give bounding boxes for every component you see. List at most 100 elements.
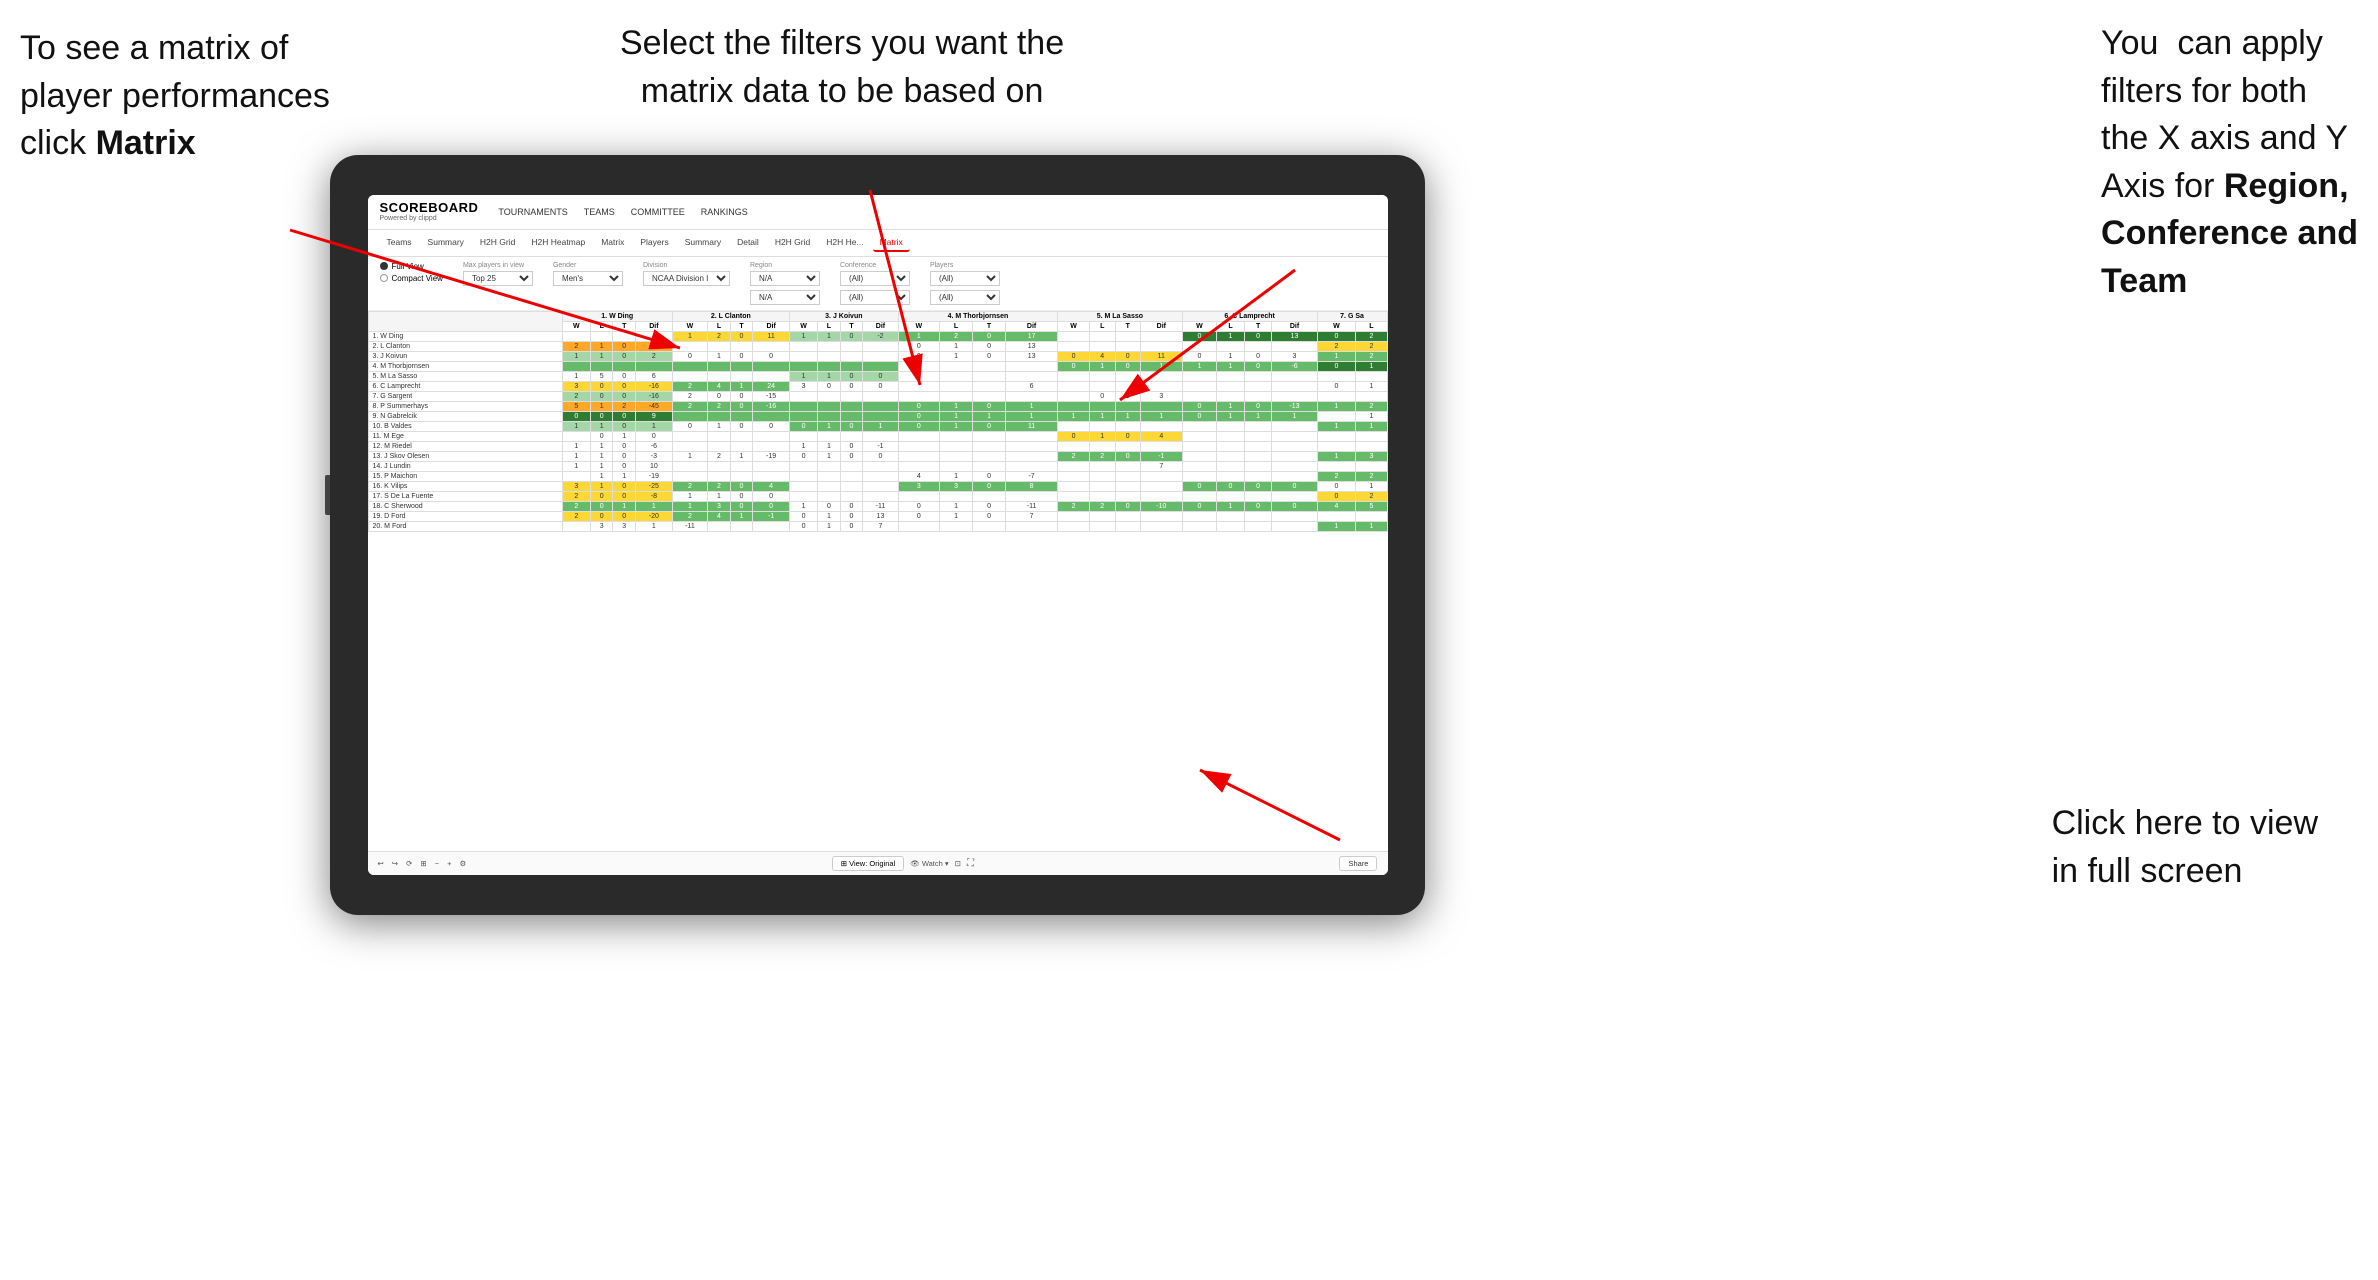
region-filter: Region N/A N/A [750,262,820,305]
grid-icon[interactable]: ⊞ [420,859,426,868]
tab-teams[interactable]: Teams [380,234,419,252]
max-players-select[interactable]: Top 25 [463,271,533,286]
subh-d3: Dif [863,321,898,331]
player-name: 1. W Ding [368,331,562,341]
player-name: 16. K Vilips [368,481,562,491]
player-name: 20. M Ford [368,521,562,531]
conference-label: Conference [840,262,910,269]
annotation-top-center: Select the filters you want the matrix d… [620,20,1064,115]
logo-main-text: SCOREBOARD [380,201,479,215]
max-players-filter: Max players in view Top 25 [463,262,533,286]
players-select-2[interactable]: (All) [930,290,1000,305]
col-header-1: 1. W Ding [562,311,672,321]
tab-matrix[interactable]: Matrix [594,234,631,252]
tab-matrix2[interactable]: Matrix [873,234,910,252]
full-view-option[interactable]: Full View [380,262,443,271]
plus-icon[interactable]: + [447,859,451,868]
player-name: 8. P Summerhays [368,401,562,411]
table-row: 11. M Ege 010 0104 [368,431,1387,441]
nav-teams[interactable]: TEAMS [584,207,615,217]
table-row: 4. M Thorbjornsen 0101 110-6 01 [368,361,1387,371]
view-options: Full View Compact View [380,262,443,283]
subh-t4: T [973,321,1006,331]
player-name: 2. L Clanton [368,341,562,351]
conference-filter: Conference (All) (All) [840,262,910,305]
subh-d2: Dif [753,321,790,331]
tab-summary[interactable]: Summary [421,234,471,252]
col-header-7: 7. G Sa [1317,311,1387,321]
table-row: 9. N Gabrelcik 0009 0111 1111 0111 1 [368,411,1387,421]
subh-t1: T [613,321,636,331]
subh-l2: L [708,321,731,331]
players-label: Players [930,262,1000,269]
gender-select[interactable]: Men's [553,271,623,286]
gender-label: Gender [553,262,623,269]
player-name: 5. M La Sasso [368,371,562,381]
table-row: 6. C Lamprecht 300-16 24124 3000 6 01 [368,381,1387,391]
view-original-button[interactable]: ⊞ View: Original [832,856,905,871]
region-select-2[interactable]: N/A [750,290,820,305]
player-name: 4. M Thorbjornsen [368,361,562,371]
player-name: 7. G Sargent [368,391,562,401]
tab-h2h-heatmap[interactable]: H2H Heatmap [524,234,592,252]
tab-detail[interactable]: Detail [730,234,766,252]
header-player-name [368,311,562,331]
region-select-1[interactable]: N/A [750,271,820,286]
minus-icon[interactable]: − [435,859,439,868]
redo-icon[interactable]: ↪ [392,859,398,868]
region-label: Region [750,262,820,269]
subh-t3: T [840,321,863,331]
subh-l5: L [1090,321,1115,331]
division-select[interactable]: NCAA Division I [643,271,730,286]
player-name: 15. P Maichon [368,471,562,481]
scoreboard-header: SCOREBOARD Powered by clippd TOURNAMENTS… [368,195,1388,230]
tab-h2h-he[interactable]: H2H He... [819,234,870,252]
watch-button[interactable]: 👁 Watch ▾ [910,859,948,868]
player-name: 3. J Koivun [368,351,562,361]
tab-players[interactable]: Players [633,234,675,252]
full-view-radio[interactable] [380,262,388,270]
player-name: 18. C Sherwood [368,501,562,511]
division-label: Division [643,262,730,269]
matrix-area: 1. W Ding 2. L Clanton 3. J Koivun 4. M … [368,311,1388,851]
tab-h2h-grid2[interactable]: H2H Grid [768,234,817,252]
undo-icon[interactable]: ↩ [378,859,384,868]
gender-filter: Gender Men's [553,262,623,286]
max-players-label: Max players in view [463,262,533,269]
compact-view-option[interactable]: Compact View [380,274,443,283]
tablet-side-button [325,475,330,515]
conference-select-1[interactable]: (All) [840,271,910,286]
players-select-1[interactable]: (All) [930,271,1000,286]
col-header-2: 2. L Clanton [672,311,789,321]
table-row: 14. J Lundin 11010 7 [368,461,1387,471]
nav-rankings[interactable]: RANKINGS [701,207,748,217]
share-button[interactable]: Share [1339,856,1377,871]
players-filter: Players (All) (All) [930,262,1000,305]
filter-bar: Full View Compact View Max players in vi… [368,257,1388,311]
subh-w3: W [789,321,817,331]
table-row: 12. M Riedel 110-6 110-1 [368,441,1387,451]
compact-view-label: Compact View [392,274,443,283]
toolbar-center: ⊞ View: Original 👁 Watch ▾ ⊡ ⛶ [832,856,974,871]
tab-summary2[interactable]: Summary [678,234,728,252]
conference-select-2[interactable]: (All) [840,290,910,305]
layout-icon[interactable]: ⊡ [955,859,961,868]
player-name: 17. S De La Fuente [368,491,562,501]
tab-h2h-grid[interactable]: H2H Grid [473,234,522,252]
nav-committee[interactable]: COMMITTEE [631,207,685,217]
settings-icon[interactable]: ⚙ [459,859,466,868]
player-name: 12. M Riedel [368,441,562,451]
player-name: 9. N Gabrelcik [368,411,562,421]
nav-tournaments[interactable]: TOURNAMENTS [498,207,567,217]
table-row: 2. L Clanton 210-16 01013 22 [368,341,1387,351]
subh-t5: T [1115,321,1140,331]
table-row: 17. S De La Fuente 200-8 1100 02 [368,491,1387,501]
refresh-icon[interactable]: ⟳ [406,859,412,868]
fullscreen-icon[interactable]: ⛶ [967,858,974,869]
subh-l7: L [1356,321,1387,331]
table-row: 8. P Summerhays 512-45 220-16 0101 010-1… [368,401,1387,411]
compact-view-radio[interactable] [380,274,388,282]
subh-d6: Dif [1272,321,1317,331]
annotation-top-left: To see a matrix of player performances c… [20,25,330,168]
col-header-5: 5. M La Sasso [1058,311,1183,321]
